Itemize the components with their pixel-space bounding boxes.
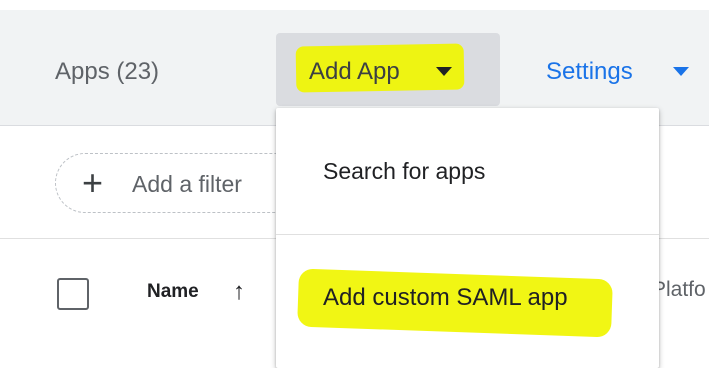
menu-item-search-for-apps[interactable]: Search for apps: [323, 158, 485, 185]
settings-caret-down-icon[interactable]: [673, 67, 689, 76]
apps-count-title: Apps (23): [55, 58, 160, 85]
select-all-checkbox[interactable]: [57, 278, 89, 310]
top-strip: [0, 0, 709, 10]
add-app-label[interactable]: Add App: [309, 58, 400, 86]
platform-column-header[interactable]: Platfo: [652, 278, 706, 302]
plus-icon[interactable]: +: [82, 165, 103, 201]
settings-button[interactable]: Settings: [546, 58, 633, 86]
name-column-header[interactable]: Name: [147, 281, 199, 303]
menu-divider: [276, 234, 659, 235]
menu-item-add-custom-saml-app[interactable]: Add custom SAML app: [323, 284, 568, 312]
add-app-dropdown-menu: Search for apps Add custom SAML app: [276, 108, 659, 368]
add-filter-label[interactable]: Add a filter: [132, 171, 242, 198]
sort-arrow-up-icon[interactable]: ↑: [233, 278, 245, 306]
caret-down-icon[interactable]: [436, 67, 452, 76]
